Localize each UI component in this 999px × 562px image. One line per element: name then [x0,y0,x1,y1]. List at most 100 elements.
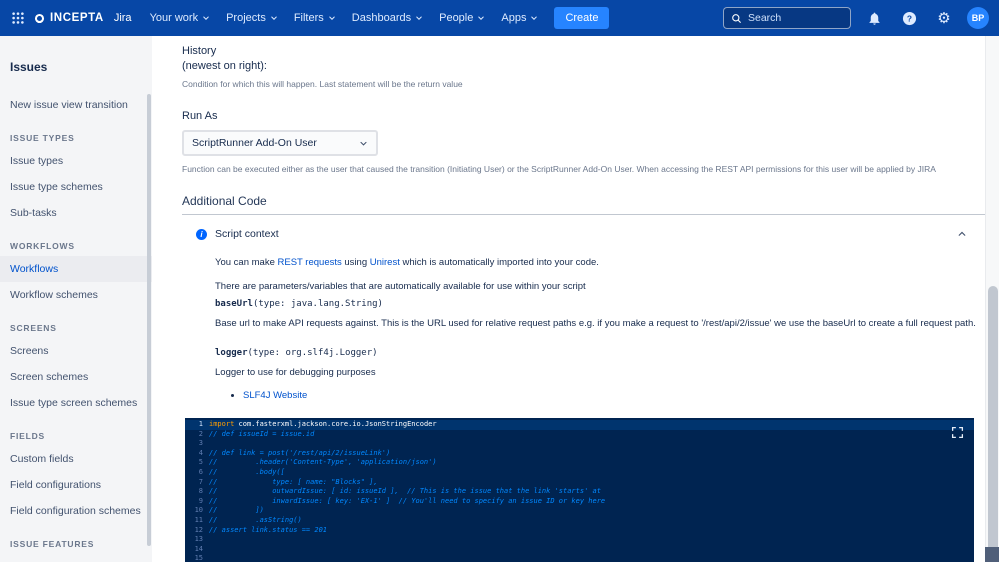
param-type: (type: org.slf4j.Logger) [248,348,378,358]
scrollbar-thumb[interactable] [988,286,998,556]
search-input[interactable] [748,12,843,24]
info-icon: i [196,229,207,240]
line-number: 13 [185,535,209,545]
chevron-down-icon [530,14,538,22]
logger-signature: logger(type: org.slf4j.Logger) [215,348,985,358]
sidebar: Issues New issue view transition ISSUE TY… [0,36,152,562]
sidebar-item-screen-schemes[interactable]: Screen schemes [0,364,152,390]
code-lines: 1import com.fasterxml.jackson.core.io.Js… [185,420,974,562]
site-logo[interactable]: INCEPTA [30,12,110,24]
intro-text-pre: You can make [215,257,278,268]
avatar[interactable]: BP [967,7,989,29]
sidebar-item-field-configuration-schemes[interactable]: Field configuration schemes [0,498,152,524]
history-sublabel: (newest on right): [182,59,985,74]
line-number: 1 [185,420,209,430]
code-line-4[interactable]: 4// def link = post('/rest/api/2/issueLi… [185,449,974,459]
notifications-button[interactable] [862,6,886,30]
code-line-2[interactable]: 2// def issueId = issue.id [185,430,974,440]
sidebar-scrollbar[interactable] [147,94,151,546]
sidebar-item-workflow-schemes[interactable]: Workflow schemes [0,282,152,308]
history-label: History [182,44,985,59]
page-scrollbar[interactable] [985,36,999,562]
sidebar-item-issue-type-schemes[interactable]: Issue type schemes [0,174,152,200]
top-navbar: INCEPTA Jira Your workProjectsFiltersDas… [0,0,999,36]
code-line-8[interactable]: 8// outwardIssue: [ id: issueId ], // Th… [185,487,974,497]
nav-item-label: Projects [226,12,266,24]
sidebar-item-issue-types[interactable]: Issue types [0,148,152,174]
help-icon: ? [902,11,917,26]
line-number: 15 [185,554,209,562]
intro-text-post: which is automatically imported into you… [400,257,599,268]
rest-requests-link[interactable]: REST requests [278,257,342,268]
params-line: There are parameters/variables that are … [215,281,985,292]
chevron-down-icon [359,139,368,148]
slf4j-link[interactable]: SLF4J Website [243,390,307,401]
sidebar-item-screens[interactable]: Screens [0,338,152,364]
search-icon [731,13,742,24]
line-number: 10 [185,506,209,516]
sidebar-title: Issues [0,60,152,74]
sidebar-group-heading: ISSUE TYPES [0,133,152,143]
unirest-link[interactable]: Unirest [370,257,400,268]
nav-item-people[interactable]: People [431,0,493,36]
nav-item-your-work[interactable]: Your work [142,0,219,36]
code-text: // .asString() [209,516,974,526]
sidebar-item-new-issue-view-transition[interactable]: New issue view transition [0,92,152,118]
nav-item-label: People [439,12,473,24]
run-as-select[interactable]: ScriptRunner Add-On User [182,130,378,156]
code-text [209,439,974,449]
fullscreen-button[interactable] [951,426,964,439]
run-as-label: Run As [182,110,985,122]
create-button[interactable]: Create [554,7,609,29]
code-text: // def link = post('/rest/api/2/issueLin… [209,449,974,459]
run-as-value: ScriptRunner Add-On User [192,137,317,149]
code-line-11[interactable]: 11// .asString() [185,516,974,526]
intro-text-mid: using [342,257,370,268]
line-number: 7 [185,478,209,488]
settings-button[interactable]: ⚙ [932,6,956,30]
param-type: (type: java.lang.String) [253,299,383,309]
param-name: baseUrl [215,299,253,309]
code-line-5[interactable]: 5// .header('Content-Type', 'application… [185,458,974,468]
line-number: 3 [185,439,209,449]
code-line-7[interactable]: 7// type: [ name: "Blocks" ], [185,478,974,488]
collapse-button[interactable] [957,229,967,239]
code-line-15[interactable]: 15 [185,554,974,562]
sidebar-item-custom-fields[interactable]: Custom fields [0,446,152,472]
nav-item-projects[interactable]: Projects [218,0,286,36]
nav-item-dashboards[interactable]: Dashboards [344,0,431,36]
sidebar-item-field-configurations[interactable]: Field configurations [0,472,152,498]
baseurl-description: Base url to make API requests against. T… [215,318,985,329]
chevron-down-icon [202,14,210,22]
logo-text: INCEPTA [50,12,104,24]
code-line-14[interactable]: 14 [185,545,974,555]
help-button[interactable]: ? [897,6,921,30]
code-line-12[interactable]: 12// assert link.status == 201 [185,526,974,536]
code-text: // inwardIssue: [ key: 'EX-1' ] // You'l… [209,497,974,507]
code-line-6[interactable]: 6// .body([ [185,468,974,478]
search-box[interactable] [723,7,851,29]
nav-item-label: Filters [294,12,324,24]
script-context-title: Script context [215,228,279,240]
sidebar-item-issue-type-screen-schemes[interactable]: Issue type screen schemes [0,390,152,416]
code-line-1[interactable]: 1import com.fasterxml.jackson.core.io.Js… [185,420,974,430]
svg-text:?: ? [906,13,911,23]
code-line-3[interactable]: 3 [185,439,974,449]
logo-icon [34,13,45,24]
app-switcher-button[interactable] [6,6,30,30]
code-text: // assert link.status == 201 [209,526,974,536]
code-line-10[interactable]: 10// ]) [185,506,974,516]
history-help: Condition for which this will happen. La… [182,79,985,89]
gear-icon: ⚙ [937,11,950,26]
nav-item-label: Dashboards [352,12,411,24]
nav-item-filters[interactable]: Filters [286,0,344,36]
line-number: 14 [185,545,209,555]
nav-item-apps[interactable]: Apps [493,0,546,36]
sidebar-item-sub-tasks[interactable]: Sub-tasks [0,200,152,226]
code-editor[interactable]: 1import com.fasterxml.jackson.core.io.Js… [185,418,974,562]
code-line-9[interactable]: 9// inwardIssue: [ key: 'EX-1' ] // You'… [185,497,974,507]
sidebar-item-workflows[interactable]: Workflows [0,256,152,282]
apps-grid-icon [11,11,25,25]
code-line-13[interactable]: 13 [185,535,974,545]
script-context-header[interactable]: i Script context [182,228,985,240]
